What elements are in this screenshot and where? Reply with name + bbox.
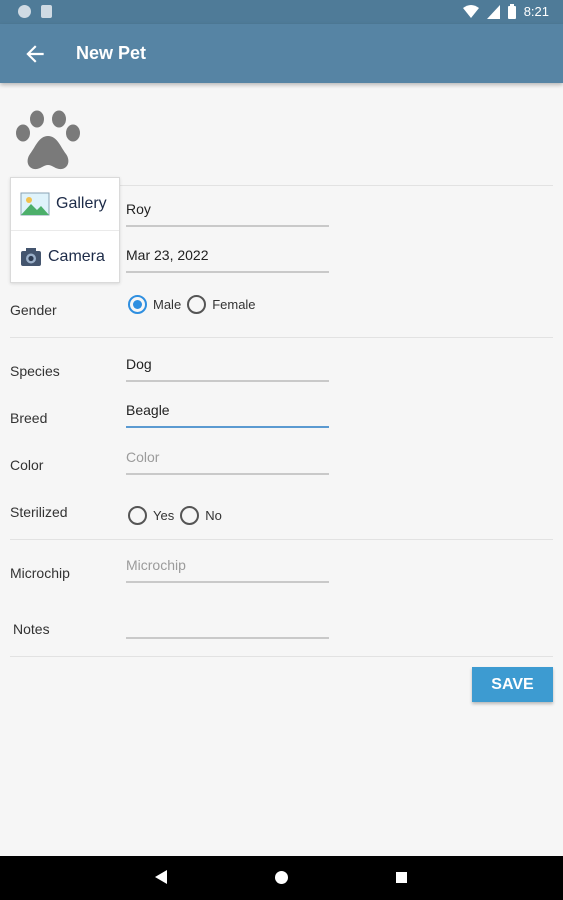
divider <box>10 656 553 657</box>
photo-source-menu: Gallery Camera <box>10 177 120 283</box>
sterilized-no-radio[interactable] <box>180 506 200 525</box>
notes-field[interactable] <box>126 609 329 639</box>
sterilized-label: Sterilized <box>10 504 68 520</box>
gallery-option[interactable]: Gallery <box>11 178 119 230</box>
status-time: 8:21 <box>523 4 549 19</box>
microchip-input[interactable] <box>126 553 329 577</box>
microchip-field[interactable] <box>126 553 329 583</box>
sterilized-yes-label[interactable]: Yes <box>153 508 174 523</box>
camera-option[interactable]: Camera <box>11 231 119 283</box>
sterilized-no-label[interactable]: No <box>205 508 222 523</box>
sd-card-icon <box>41 5 52 18</box>
page-title: New Pet <box>76 43 147 63</box>
birth-date-input[interactable] <box>126 243 329 267</box>
system-nav-bar <box>0 856 563 900</box>
gender-radio-group: Male Female <box>128 295 262 314</box>
camera-label: Camera <box>48 248 105 265</box>
signal-icon <box>486 4 500 19</box>
notification-dot-icon <box>18 5 31 18</box>
divider <box>10 539 553 540</box>
notes-input[interactable] <box>126 609 329 633</box>
color-input[interactable] <box>126 445 329 469</box>
color-field[interactable] <box>126 445 329 475</box>
camera-icon <box>21 248 41 266</box>
sterilized-radio-group: Yes No <box>128 506 228 525</box>
color-label: Color <box>10 457 44 473</box>
name-field[interactable] <box>126 197 329 227</box>
gender-female-label[interactable]: Female <box>212 297 255 312</box>
species-input[interactable] <box>126 352 329 376</box>
species-field[interactable] <box>126 352 329 382</box>
pet-photo-paw-icon[interactable] <box>15 110 81 172</box>
status-bar: 8:21 <box>0 0 563 24</box>
divider <box>10 337 553 338</box>
breed-label: Breed <box>10 410 48 426</box>
gender-female-radio[interactable] <box>187 295 207 314</box>
gender-label: Gender <box>10 302 57 318</box>
gallery-icon <box>20 192 50 216</box>
gender-male-label[interactable]: Male <box>153 297 181 312</box>
wifi-icon <box>462 4 479 18</box>
birth-date-field[interactable] <box>126 243 329 273</box>
breed-input[interactable] <box>126 398 329 422</box>
name-input[interactable] <box>126 197 329 221</box>
breed-field[interactable] <box>126 398 329 428</box>
app-bar: New Pet <box>0 24 563 83</box>
gallery-label: Gallery <box>56 195 107 212</box>
gender-male-radio[interactable] <box>128 295 147 314</box>
sterilized-yes-radio[interactable] <box>128 506 147 525</box>
species-label: Species <box>10 363 60 379</box>
back-arrow-icon[interactable] <box>22 41 48 67</box>
notes-label: Notes <box>13 621 50 637</box>
nav-back-icon[interactable] <box>155 870 167 884</box>
nav-recents-icon[interactable] <box>396 872 407 883</box>
microchip-label: Microchip <box>10 565 70 581</box>
battery-icon <box>507 4 516 19</box>
save-button[interactable]: SAVE <box>472 667 553 702</box>
nav-home-icon[interactable] <box>275 871 288 884</box>
